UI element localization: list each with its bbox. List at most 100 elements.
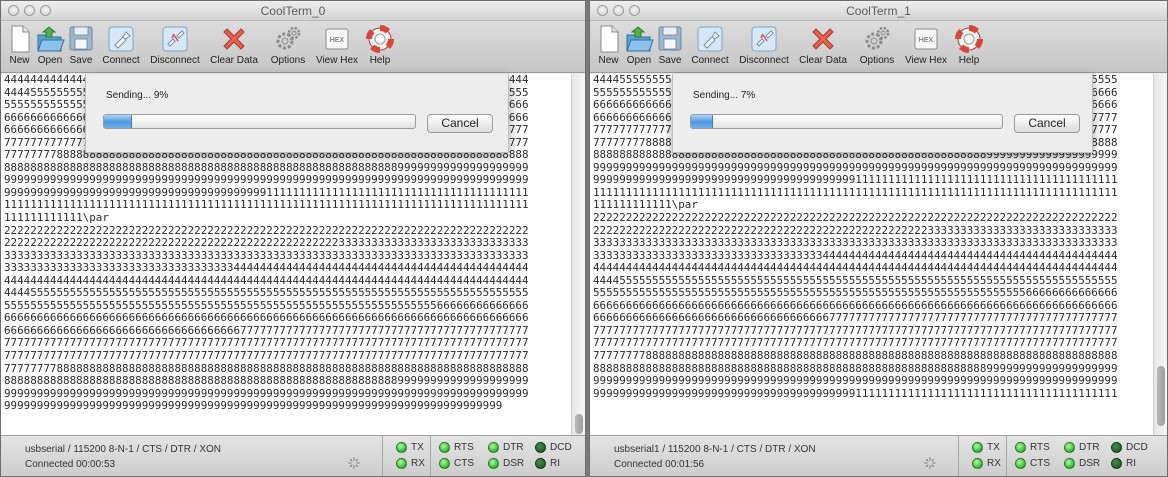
- connected-time-text: Connected 00:01:56: [614, 459, 705, 470]
- scrollbar-thumb[interactable]: [575, 414, 583, 434]
- cancel-button[interactable]: Cancel: [427, 114, 493, 133]
- led-dtr-label: DTR: [503, 442, 524, 453]
- port-settings-text: usbserial1 / 115200 8-N-1 / CTS / DTR / …: [614, 444, 816, 455]
- open-button[interactable]: Open: [623, 21, 655, 66]
- new-label: New: [9, 55, 30, 66]
- led-dsr: DSR: [1064, 458, 1100, 469]
- vertical-scrollbar[interactable]: [571, 74, 585, 437]
- led-dcd-indicator: [535, 442, 546, 453]
- disconnect-label: Disconnect: [739, 55, 789, 66]
- window-title: CoolTerm_1: [846, 4, 911, 18]
- options-label: Options: [859, 55, 895, 66]
- led-separator: [430, 436, 431, 476]
- led-tx-label: TX: [411, 442, 424, 453]
- led-dcd-indicator: [1111, 442, 1122, 453]
- led-dsr-label: DSR: [1079, 458, 1101, 469]
- led-dcd: DCD: [1111, 442, 1148, 453]
- led-rx-label: RX: [411, 458, 425, 469]
- connect-label: Connect: [102, 55, 140, 66]
- open-button[interactable]: Open: [34, 21, 66, 66]
- connect-button[interactable]: Connect: [96, 21, 146, 66]
- new-button[interactable]: New: [594, 21, 623, 66]
- led-tx: TX: [396, 442, 424, 453]
- led-cts-label: CTS: [454, 458, 474, 469]
- led-dtr: DTR: [1064, 442, 1100, 453]
- connect-button[interactable]: Connect: [685, 21, 735, 66]
- toolbar: New Open Save Connect Disconnect Clear D…: [1, 21, 585, 73]
- led-rts: RTS: [1015, 442, 1050, 453]
- disconnect-label: Disconnect: [150, 55, 200, 66]
- view-hex-button[interactable]: HEX View Hex: [312, 21, 362, 66]
- help-lifebuoy-icon: [366, 25, 394, 53]
- port-settings-text: usbserial / 115200 8-N-1 / CTS / DTR / X…: [25, 444, 221, 455]
- led-dsr-indicator: [1064, 458, 1075, 469]
- view-hex-button[interactable]: HEX View Hex: [901, 21, 951, 66]
- clear-data-x-icon: [223, 28, 245, 50]
- terminal-line: 7777777777777777777777777777777777777777…: [4, 349, 529, 363]
- led-cts-indicator: [439, 458, 450, 469]
- options-gears-icon: [865, 26, 890, 50]
- view-hex-icon: HEX: [325, 28, 349, 50]
- new-document-icon: [600, 25, 618, 53]
- save-button[interactable]: Save: [655, 21, 685, 66]
- new-button[interactable]: New: [5, 21, 34, 66]
- save-button[interactable]: Save: [66, 21, 96, 66]
- led-cts: CTS: [1015, 458, 1050, 469]
- clear-data-label: Clear Data: [799, 55, 847, 66]
- save-disk-icon: [69, 26, 93, 51]
- clear-data-button[interactable]: Clear Data: [204, 21, 264, 66]
- progress-fill: [691, 115, 713, 128]
- view-hex-icon: HEX: [914, 28, 938, 50]
- led-ri: RI: [1111, 458, 1136, 469]
- toolbar: New Open Save Connect Disconnect Clear D…: [590, 21, 1167, 73]
- open-label: Open: [626, 55, 652, 66]
- led-ri-indicator: [1111, 458, 1122, 469]
- terminal-line: 111111111111\par: [4, 211, 109, 225]
- led-ri-label: RI: [550, 458, 560, 469]
- terminal-line: 2222222222222222222222222222222222222222…: [4, 236, 529, 250]
- disconnect-icon: [751, 26, 777, 52]
- led-dcd-label: DCD: [1126, 442, 1148, 453]
- led-dtr-label: DTR: [1079, 442, 1100, 453]
- clear-data-x-icon: [812, 28, 834, 50]
- help-button[interactable]: Help: [362, 21, 398, 66]
- vertical-scrollbar[interactable]: [1153, 74, 1167, 437]
- open-folder-icon: [37, 26, 65, 52]
- save-disk-icon: [658, 26, 682, 51]
- hex-badge-text: HEX: [919, 37, 934, 44]
- led-rts: RTS: [439, 442, 474, 453]
- connect-icon: [697, 26, 723, 52]
- terminal-line: 8888888888888888888888888888888888888888…: [4, 374, 529, 388]
- terminal-line: 9999999999999999999999999999999999999999…: [593, 374, 1118, 388]
- connection-info: usbserial / 115200 8-N-1 / CTS / DTR / X…: [1, 436, 383, 476]
- led-dcd-label: DCD: [550, 442, 572, 453]
- led-tx-label: TX: [987, 442, 1000, 453]
- options-button[interactable]: Options: [264, 21, 312, 66]
- clear-data-button[interactable]: Clear Data: [793, 21, 853, 66]
- coolterm-window-0: CoolTerm_0 New Open Save Connect Disconn…: [0, 0, 586, 477]
- spinner-icon: [924, 457, 936, 469]
- led-ri-label: RI: [1126, 458, 1136, 469]
- progress-bar: [690, 114, 1003, 129]
- title-bar[interactable]: CoolTerm_0: [1, 1, 585, 21]
- options-button[interactable]: Options: [853, 21, 901, 66]
- options-gears-icon: [276, 26, 301, 50]
- terminal-line: 5555555555555555555555555555555555555555…: [593, 286, 1118, 300]
- view-hex-label: View Hex: [315, 55, 359, 66]
- led-separator: [1006, 436, 1007, 476]
- scrollbar-thumb[interactable]: [1157, 366, 1165, 426]
- led-dsr-label: DSR: [503, 458, 525, 469]
- led-rx: RX: [396, 458, 425, 469]
- connection-info: usbserial1 / 115200 8-N-1 / CTS / DTR / …: [590, 436, 959, 476]
- terminal-line: 9999999999999999999999999999999999999999…: [593, 386, 1118, 400]
- cancel-button[interactable]: Cancel: [1014, 114, 1080, 133]
- terminal-line: 9999999999999999999999999999999999999999…: [4, 399, 503, 413]
- led-rx: RX: [972, 458, 1001, 469]
- disconnect-button[interactable]: Disconnect: [146, 21, 204, 66]
- spinner-icon: [348, 457, 360, 469]
- help-button[interactable]: Help: [951, 21, 987, 66]
- led-dsr-indicator: [488, 458, 499, 469]
- led-ri: RI: [535, 458, 560, 469]
- title-bar[interactable]: CoolTerm_1: [590, 1, 1167, 21]
- disconnect-button[interactable]: Disconnect: [735, 21, 793, 66]
